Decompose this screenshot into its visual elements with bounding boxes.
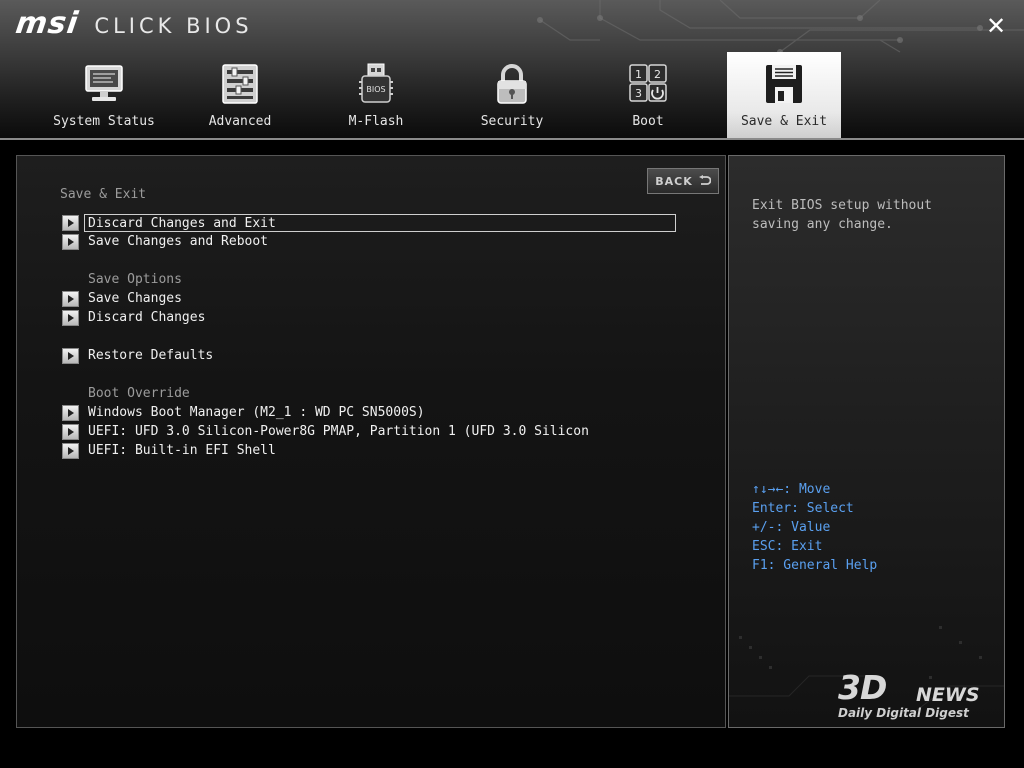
boot-override-heading: Boot Override	[88, 386, 190, 401]
key-move: ↑↓→←: Move	[752, 482, 831, 497]
monitor-icon	[85, 65, 123, 101]
3dnews-watermark: 3D NEWS Daily Digital Digest	[838, 668, 998, 724]
arrow-right-icon	[62, 234, 79, 250]
item-label: UEFI: Built-in EFI Shell	[88, 443, 276, 458]
header-divider	[0, 138, 1024, 140]
app-title: CLICK BIOS	[94, 14, 253, 38]
arrow-right-icon	[62, 310, 79, 326]
top-bar: msi CLICK BIOS ✕ System Status Advanced …	[0, 0, 1024, 140]
help-description-line: Exit BIOS setup without	[752, 198, 933, 213]
tab-boot[interactable]: 1 2 3 Boot	[591, 52, 705, 138]
msi-logo-text: msi	[13, 6, 81, 41]
bios-chip-label: BIOS	[366, 85, 385, 94]
key-general-help: F1: General Help	[752, 558, 878, 573]
key-value: +/-: Value	[752, 520, 831, 535]
tab-label: System Status	[53, 114, 155, 129]
arrow-right-icon	[62, 215, 79, 231]
close-icon[interactable]: ✕	[982, 12, 1010, 40]
tab-label: Advanced	[208, 114, 272, 129]
watermark-3d: 3D	[838, 668, 887, 707]
tab-security[interactable]: Security	[455, 52, 569, 138]
tab-advanced[interactable]: Advanced	[183, 52, 297, 138]
help-description: Exit BIOS setup without saving any chang…	[752, 196, 987, 234]
save-options-heading: Save Options	[88, 272, 182, 287]
item-label: Save Changes	[88, 291, 182, 306]
boot-digit-3: 3	[635, 87, 642, 100]
back-button-label: BACK	[655, 174, 693, 188]
sliders-icon	[222, 64, 258, 104]
help-description-line: saving any change.	[752, 217, 893, 232]
arrow-right-icon	[62, 291, 79, 307]
item-label: UEFI: UFD 3.0 Silicon-Power8G PMAP, Part…	[88, 424, 589, 439]
circuit-pattern-decoration	[729, 626, 1004, 717]
arrow-right-icon	[62, 443, 79, 459]
floppy-disk-icon	[766, 65, 802, 103]
key-exit: ESC: Exit	[752, 539, 823, 554]
tab-label: Security	[480, 114, 544, 129]
help-panel	[728, 155, 1005, 728]
arrow-right-icon	[62, 424, 79, 440]
padlock-icon	[497, 64, 527, 104]
item-label: Discard Changes	[88, 310, 206, 325]
watermark-news: NEWS	[916, 684, 980, 706]
item-label: Windows Boot Manager (M2_1 : WD PC SN500…	[88, 405, 425, 420]
msi-click-bios-logo: msi CLICK BIOS	[13, 6, 253, 42]
tab-label: Save & Exit	[740, 114, 828, 129]
item-label: Save Changes and Reboot	[88, 234, 269, 249]
tab-m-flash[interactable]: BIOS M-Flash	[319, 52, 433, 138]
tab-save-exit[interactable]: Save & Exit	[727, 52, 841, 138]
key-legend: ↑↓→←: Move Enter: Select +/-: Value ESC:…	[752, 480, 877, 575]
boot-digit-2: 2	[654, 68, 661, 81]
boot-order-icon: 1 2 3	[629, 64, 667, 102]
usb-flash-icon: BIOS	[359, 63, 393, 103]
item-label: Discard Changes and Exit	[84, 214, 676, 232]
back-button[interactable]: BACK	[647, 168, 719, 194]
boot-digit-1: 1	[635, 68, 642, 81]
arrow-right-icon	[62, 348, 79, 364]
item-label: Restore Defaults	[88, 348, 214, 363]
key-select: Enter: Select	[752, 501, 854, 516]
tab-system-status[interactable]: System Status	[47, 52, 161, 138]
return-arrow-icon	[698, 175, 711, 185]
arrow-right-icon	[62, 405, 79, 421]
main-tab-bar: System Status Advanced BIOS M-Flash Secu…	[0, 52, 1024, 138]
page-title: Save & Exit	[60, 187, 147, 202]
watermark-subtitle: Daily Digital Digest	[838, 706, 969, 720]
tab-label: M-Flash	[348, 114, 404, 129]
tab-label: Boot	[632, 114, 664, 129]
